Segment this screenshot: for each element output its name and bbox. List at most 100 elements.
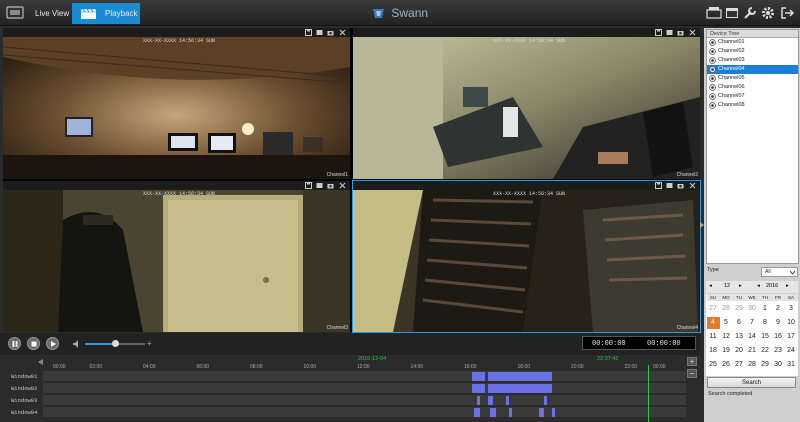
channel-item[interactable]: Channel01 [707, 38, 798, 47]
calendar-day[interactable]: 24 [785, 345, 798, 357]
calendar-day[interactable]: 30 [772, 359, 785, 371]
recording-segment[interactable] [487, 384, 553, 393]
stop-button[interactable] [27, 337, 40, 350]
calendar-day[interactable]: 29 [759, 359, 772, 371]
channel-item[interactable]: Channel02 [707, 47, 798, 56]
calendar-day[interactable]: 27 [733, 359, 746, 371]
menu-icon[interactable] [6, 5, 24, 20]
calendar-day[interactable]: 31 [785, 359, 798, 371]
timeline-track[interactable] [43, 371, 686, 382]
wrench-icon[interactable] [742, 5, 758, 21]
channel-item[interactable]: Channel05 [707, 74, 798, 83]
save-icon[interactable] [305, 182, 312, 189]
tab-live-view[interactable]: Live View [28, 3, 70, 24]
gear-icon[interactable] [760, 5, 776, 21]
calendar-year[interactable]: 2016 [766, 283, 778, 289]
channel-item[interactable]: Channel07 [707, 92, 798, 101]
recording-segment[interactable] [506, 396, 510, 405]
calendar-day[interactable]: 30 [746, 303, 759, 315]
calendar-day[interactable]: 28 [720, 303, 733, 315]
zoom-in-button[interactable]: + [687, 357, 697, 366]
channel-item[interactable]: Channel08 [707, 101, 798, 110]
prev-month-icon[interactable]: ◂ [709, 283, 712, 289]
timeline-track[interactable] [43, 383, 686, 394]
video-pane-1[interactable]: XXX-XX-XXXX 14:56:34 SUN Channel1 [3, 28, 350, 179]
search-button[interactable]: Search [707, 377, 796, 388]
calendar-day[interactable]: 5 [720, 317, 733, 329]
video-pane-2[interactable]: XXX-XX-XXXX 14:56:34 SUN Channel2 [353, 28, 700, 179]
calendar-day[interactable]: 16 [772, 331, 785, 343]
logout-icon[interactable] [779, 5, 795, 21]
close-icon[interactable] [689, 29, 696, 36]
recording-segment[interactable] [487, 372, 553, 381]
save-icon[interactable] [305, 29, 312, 36]
record-icon[interactable] [316, 182, 323, 189]
save-icon[interactable] [655, 29, 662, 36]
window-icon[interactable] [724, 5, 740, 21]
calendar-day[interactable]: 14 [746, 331, 759, 343]
calendar-day[interactable]: 13 [733, 331, 746, 343]
calendar-month[interactable]: 12 [724, 283, 730, 289]
tab-playback[interactable]: Playback [72, 3, 140, 24]
play-button[interactable] [46, 337, 59, 350]
recording-segment[interactable] [471, 384, 486, 393]
pause-button[interactable] [8, 337, 21, 350]
close-icon[interactable] [339, 182, 346, 189]
recording-segment[interactable] [538, 408, 544, 417]
calendar-day[interactable]: 25 [707, 359, 720, 371]
close-icon[interactable] [689, 182, 696, 189]
calendar-day[interactable]: 21 [746, 345, 759, 357]
snapshot-icon[interactable] [677, 182, 684, 189]
calendar-day[interactable]: 19 [720, 345, 733, 357]
calendar-day[interactable]: 1 [759, 303, 772, 315]
calendar-day[interactable]: 28 [746, 359, 759, 371]
calendar-day[interactable]: 22 [759, 345, 772, 357]
calendar-day[interactable]: 15 [759, 331, 772, 343]
calendar-day[interactable]: 27 [707, 303, 720, 315]
calendar-day[interactable]: 3 [785, 303, 798, 315]
channel-item[interactable]: Channel03 [707, 56, 798, 65]
prev-year-icon[interactable]: ◂ [757, 283, 760, 289]
calendar-day[interactable]: 18 [707, 345, 720, 357]
volume-up-icon[interactable]: + [147, 339, 152, 348]
calendar-day[interactable]: 2 [772, 303, 785, 315]
channel-item[interactable]: Channel04 [707, 65, 798, 74]
calendar-day[interactable]: 7 [746, 317, 759, 329]
snapshot-icon[interactable] [677, 29, 684, 36]
recording-segment[interactable] [552, 408, 555, 417]
volume-icon[interactable] [73, 340, 81, 348]
calendar-day[interactable]: 17 [785, 331, 798, 343]
record-icon[interactable] [666, 182, 673, 189]
next-year-icon[interactable]: ▸ [786, 283, 789, 289]
timeline-cursor[interactable] [648, 365, 650, 422]
next-month-icon[interactable]: ▸ [739, 283, 742, 289]
calendar-day[interactable]: 29 [733, 303, 746, 315]
recording-segment[interactable] [477, 396, 480, 405]
calendar-day[interactable]: 9 [772, 317, 785, 329]
calendar-day[interactable]: 26 [720, 359, 733, 371]
recording-segment[interactable] [544, 396, 547, 405]
calendar-day[interactable]: 10 [785, 317, 798, 329]
calendar-day[interactable]: 20 [733, 345, 746, 357]
recording-segment[interactable] [471, 372, 486, 381]
save-icon[interactable] [655, 182, 662, 189]
record-icon[interactable] [666, 29, 673, 36]
record-icon[interactable] [316, 29, 323, 36]
timeline-track[interactable] [43, 395, 686, 406]
video-pane-3[interactable]: XXX-XX-XXXX 14:56:34 SUN Channel3 [3, 181, 350, 332]
calendar-day[interactable]: 6 [733, 317, 746, 329]
recording-segment[interactable] [474, 408, 480, 417]
calendar-day[interactable]: 23 [772, 345, 785, 357]
calendar-day[interactable]: 12 [720, 331, 733, 343]
type-select[interactable]: All [761, 267, 798, 277]
video-pane-4[interactable]: XXX-XX-XXXX 14:56:34 SUN Channel4 [352, 180, 701, 333]
recording-segment[interactable] [509, 408, 512, 417]
volume-slider[interactable] [85, 340, 145, 347]
calendar-day[interactable]: 8 [759, 317, 772, 329]
recording-segment[interactable] [487, 396, 494, 405]
backup-icon[interactable] [706, 5, 722, 21]
close-icon[interactable] [339, 29, 346, 36]
channel-item[interactable]: Channel06 [707, 83, 798, 92]
calendar-day[interactable]: 11 [707, 331, 720, 343]
volume-knob[interactable] [112, 340, 119, 347]
